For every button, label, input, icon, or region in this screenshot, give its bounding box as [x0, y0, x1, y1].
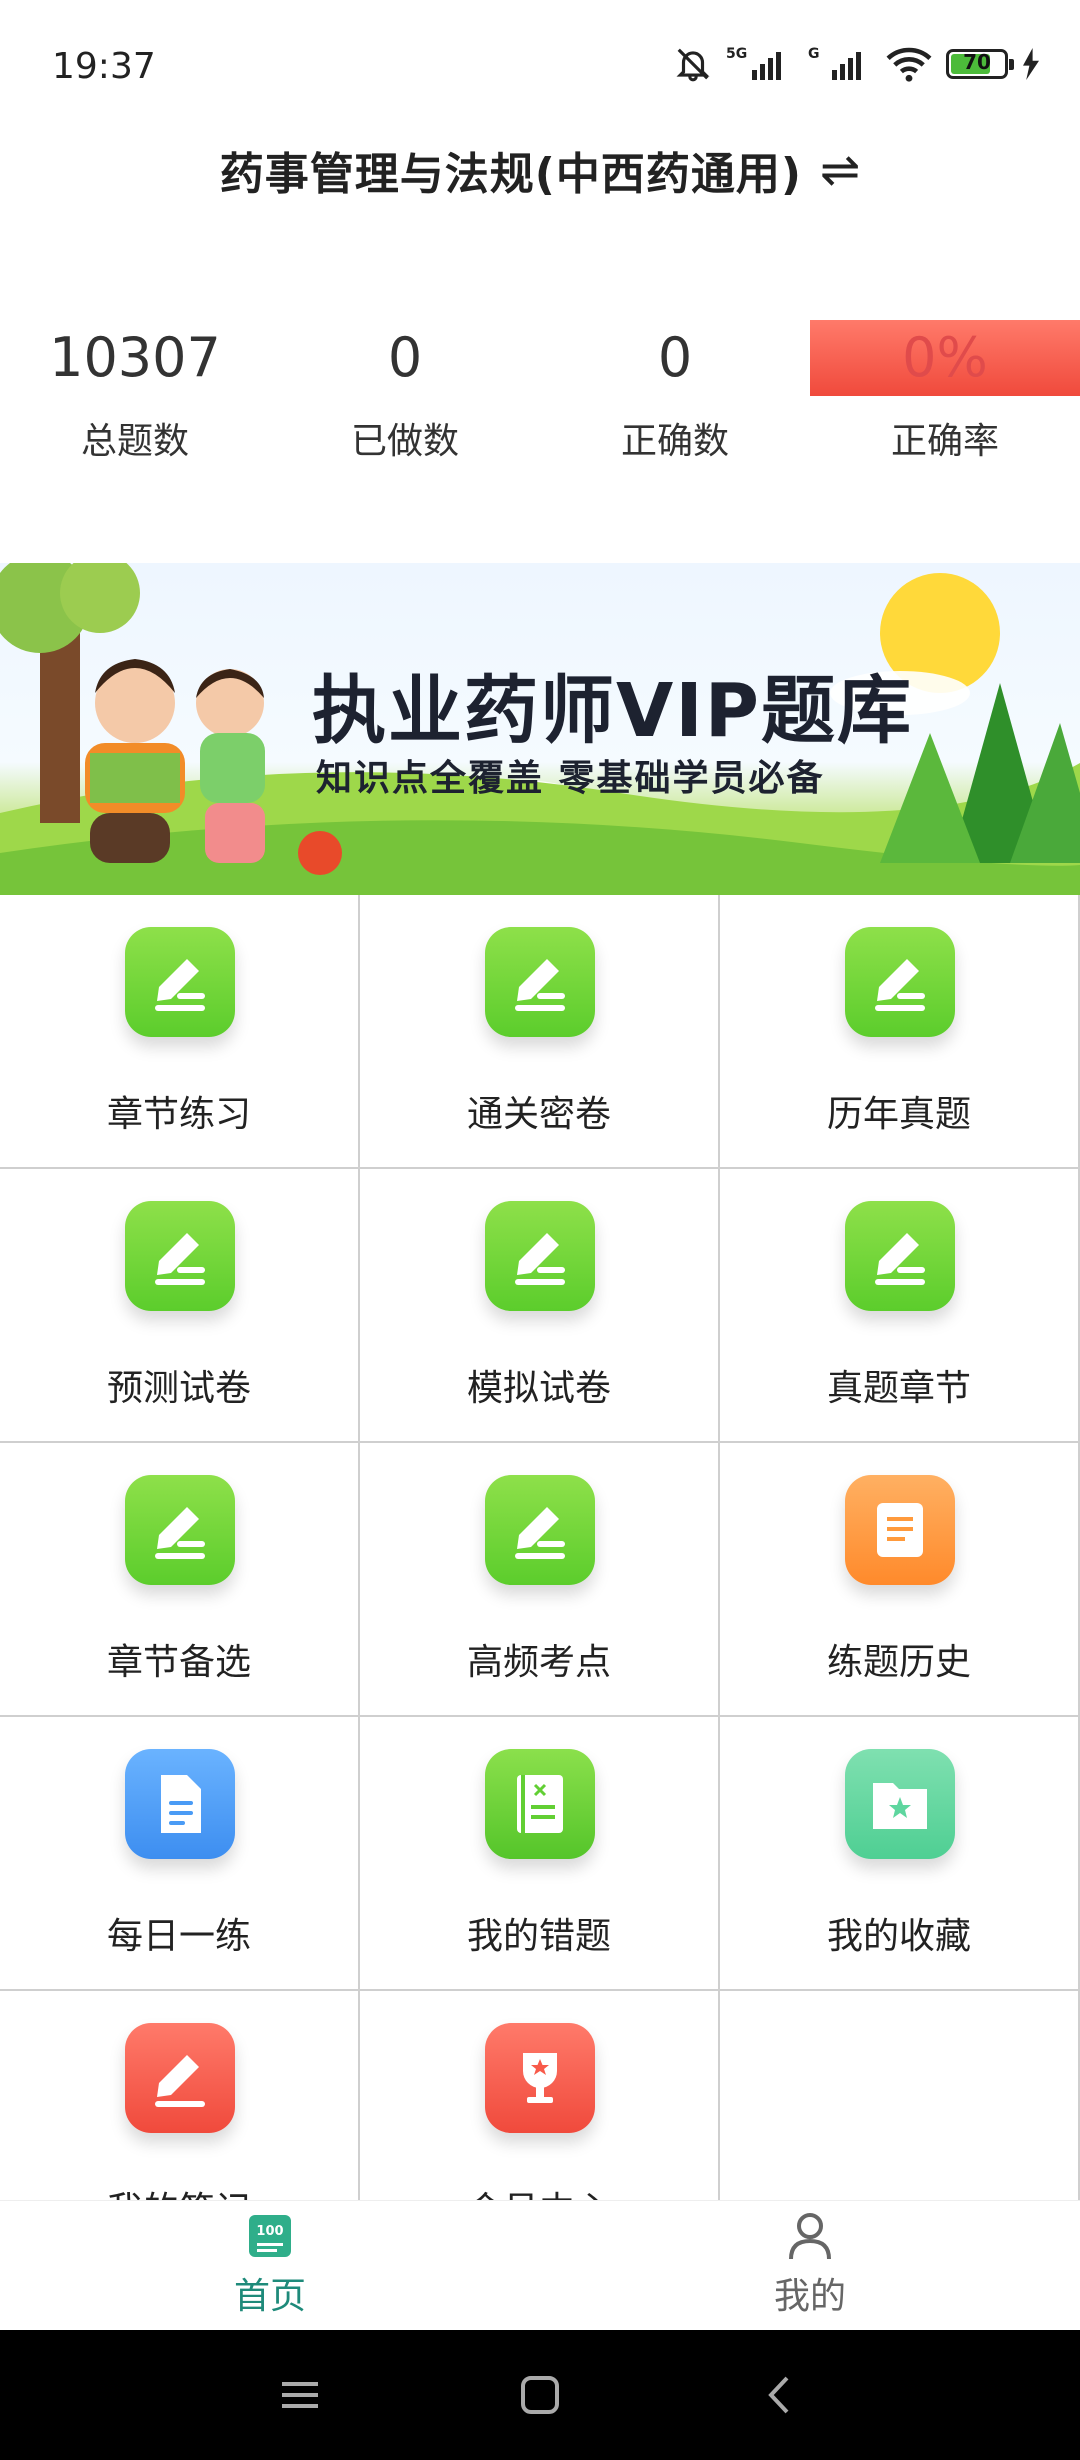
grid-item-mock-papers[interactable]: 模拟试卷 [360, 1169, 720, 1443]
stats-panel: 10307 总题数 0 已做数 0 正确数 0% 正确率 [0, 320, 1080, 480]
banner-title: 执业药师VIP题库 [312, 668, 914, 754]
document-icon [125, 1749, 235, 1859]
stat-label: 已做数 [350, 421, 459, 462]
nav-mine[interactable]: 我的 [540, 2201, 1080, 2331]
home-square-icon[interactable] [505, 2362, 575, 2428]
grid-item-my-notes[interactable]: 我的笔记 [0, 1991, 360, 2200]
stat-label: 正确率 [890, 421, 999, 462]
person-icon [789, 2213, 831, 2260]
grid-item-practice-history[interactable]: 练题历史 [720, 1443, 1080, 1717]
grid-item-label: 通关密卷 [466, 1094, 611, 1135]
stat-label: 总题数 [80, 421, 189, 462]
stat-total: 10307 总题数 [0, 320, 270, 480]
grid-item-label: 练题历史 [826, 1642, 971, 1683]
battery-level: 70 [963, 50, 991, 74]
mute-icon [676, 48, 710, 82]
grid-item-daily-practice[interactable]: 每日一练 [0, 1717, 360, 1991]
stat-label: 正确数 [620, 421, 729, 462]
nav-label: 首页 [233, 2276, 306, 2317]
notebook-icon [485, 1749, 595, 1859]
grid-item-real-chapters[interactable]: 真题章节 [720, 1169, 1080, 1443]
grid-item-past-exams[interactable]: 历年真题 [720, 895, 1080, 1169]
folder-star-icon [845, 1749, 955, 1859]
grid-item-my-mistakes[interactable]: 我的错题 [360, 1717, 720, 1991]
nav-label: 我的 [773, 2276, 846, 2317]
grid-item-label: 真题章节 [826, 1368, 971, 1409]
grid-item-label: 章节练习 [106, 1094, 251, 1135]
edit-icon [125, 1475, 235, 1585]
grid-item-member-center[interactable]: 会员中心 [360, 1991, 720, 2200]
grid-item-label: 我的笔记 [0, 2181, 358, 2200]
stat-rate: 0% 正确率 [810, 320, 1080, 480]
switch-arrows-icon[interactable]: ⇌ [820, 142, 860, 198]
stat-value: 0% [810, 320, 1080, 396]
nav-home[interactable]: 100 首页 [0, 2201, 540, 2331]
header: 药事管理与法规(中西药通用) ⇌ [0, 130, 1080, 210]
grid-item-label: 章节备选 [106, 1642, 251, 1683]
wifi-icon [886, 47, 932, 82]
edit-icon [485, 927, 595, 1037]
feature-grid: 章节练习 通关密卷 历年真题 预测试卷 模拟试卷 真题章节 章节备选 高频考点 … [0, 895, 1080, 2200]
status-time: 19:37 [52, 46, 156, 87]
stat-value: 0 [387, 326, 423, 389]
edit-icon [125, 927, 235, 1037]
network-label: G [808, 46, 820, 62]
signal-icon: G [808, 46, 861, 80]
grid-item-label: 预测试卷 [106, 1368, 251, 1409]
stat-correct: 0 正确数 [540, 320, 810, 480]
charging-icon [1023, 48, 1039, 80]
edit-icon [485, 1475, 595, 1585]
battery-icon: 70 [946, 49, 1014, 79]
network-label: 5G [726, 46, 747, 62]
grid-item-hot-points[interactable]: 高频考点 [360, 1443, 720, 1717]
signal-icon: 5G [726, 46, 781, 80]
stat-value: 10307 [49, 326, 221, 389]
grid-item-chapter-backup[interactable]: 章节备选 [0, 1443, 360, 1717]
home-100-icon: 100 [249, 2215, 291, 2257]
edit-icon [845, 1201, 955, 1311]
edit-icon [125, 1201, 235, 1311]
grid-item-label: 每日一练 [106, 1916, 251, 1957]
scroll-icon [845, 1475, 955, 1585]
stat-value: 0 [657, 326, 693, 389]
grid-item-forecast-papers[interactable]: 预测试卷 [0, 1169, 360, 1443]
edit-icon [485, 1201, 595, 1311]
vip-banner[interactable]: 执业药师VIP题库 知识点全覆盖 零基础学员必备 [0, 563, 1080, 895]
stat-done: 0 已做数 [270, 320, 540, 480]
grid-item-my-favorites[interactable]: 我的收藏 [720, 1717, 1080, 1991]
grid-item-empty [720, 1991, 1080, 2200]
grid-item-label: 历年真题 [826, 1094, 971, 1135]
grid-item-label: 模拟试卷 [466, 1368, 611, 1409]
grid-item-label: 我的收藏 [826, 1916, 971, 1957]
banner-subtitle: 知识点全覆盖 零基础学员必备 [316, 758, 825, 799]
page-title: 药事管理与法规(中西药通用) [219, 149, 802, 200]
grid-item-pass-papers[interactable]: 通关密卷 [360, 895, 720, 1169]
status-bar: 19:37 5G G 70 [0, 0, 1080, 130]
grid-item-label: 我的错题 [466, 1916, 611, 1957]
back-icon[interactable] [745, 2362, 815, 2428]
bottom-nav: 100 首页 我的 [0, 2200, 1080, 2331]
edit-icon [845, 927, 955, 1037]
status-icons: 5G G 70 [674, 42, 1040, 86]
trophy-icon [485, 2023, 595, 2133]
menu-icon[interactable] [265, 2362, 335, 2428]
grid-item-label: 高频考点 [466, 1642, 611, 1683]
grid-item-label: 会员中心 [360, 2181, 718, 2200]
grid-item-chapter-practice[interactable]: 章节练习 [0, 895, 360, 1169]
system-nav-bar [0, 2330, 1080, 2460]
pencil-icon [125, 2023, 235, 2133]
svg-text:100: 100 [256, 2224, 283, 2239]
